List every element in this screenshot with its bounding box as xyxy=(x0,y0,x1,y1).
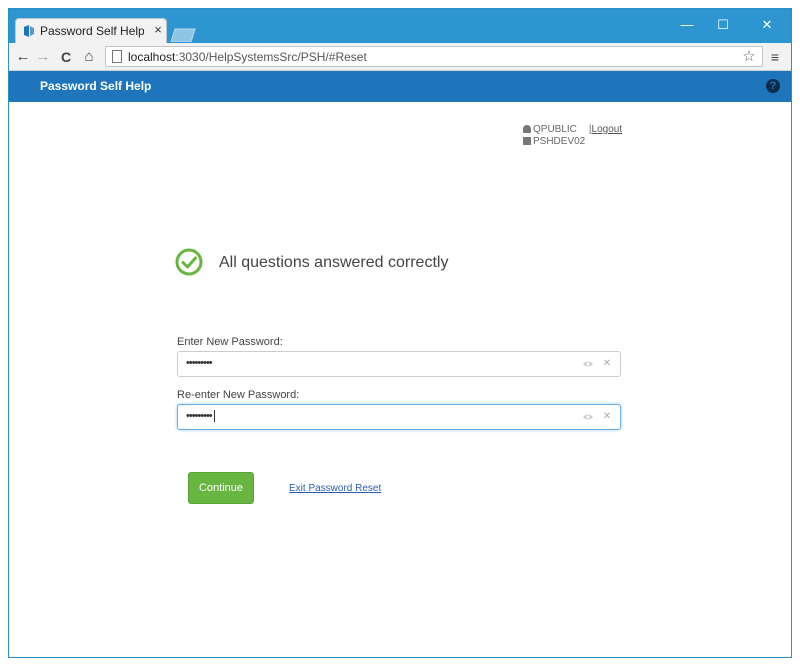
logout-link[interactable]: Logout xyxy=(592,124,623,135)
tab-close-icon[interactable]: × xyxy=(152,22,164,38)
close-window-button[interactable]: ✕ xyxy=(757,17,777,33)
reload-icon[interactable]: C xyxy=(58,48,74,66)
system-row: PSHDEV02 xyxy=(523,136,643,148)
back-icon[interactable]: ← xyxy=(15,48,31,66)
success-banner: All questions answered correctly xyxy=(175,248,495,278)
text-cursor xyxy=(213,410,215,423)
new-password-value: ••••••••• xyxy=(186,357,213,369)
home-icon[interactable]: ⌂ xyxy=(81,48,97,66)
user-info: QPUBLIC |Logout PSHDEV02 xyxy=(523,124,643,154)
url-text: localhost:3030/HelpSystemsSrc/PSH/#Reset xyxy=(128,50,628,65)
tab-title: Password Self Help V xyxy=(40,24,144,38)
help-icon[interactable]: ? xyxy=(766,79,780,93)
clear-input-icon[interactable]: ✕ xyxy=(602,357,612,371)
browser-toolbar: ← → C ⌂ localhost:3030/HelpSystemsSrc/PS… xyxy=(9,43,791,71)
browser-menu-icon[interactable]: ≡ xyxy=(767,48,783,66)
main-content: QPUBLIC |Logout PSHDEV02 All questions an… xyxy=(9,102,791,657)
browser-tab[interactable]: Password Self Help V × xyxy=(15,18,167,43)
check-circle-icon xyxy=(175,248,203,276)
app-favicon-icon xyxy=(24,25,34,37)
exit-password-reset-link[interactable]: Exit Password Reset xyxy=(289,483,389,497)
browser-titlebar: Password Self Help V × — ☐ ✕ xyxy=(9,9,791,43)
username: QPUBLIC xyxy=(533,124,577,135)
show-password-eye-icon[interactable] xyxy=(582,359,594,369)
url-path: :3030/HelpSystemsSrc/PSH/#Reset xyxy=(175,50,367,64)
clear-input-icon[interactable]: ✕ xyxy=(602,410,612,424)
bookmark-star-icon[interactable]: ☆ xyxy=(740,48,758,66)
app-header: Password Self Help ? xyxy=(9,71,791,102)
minimize-button[interactable]: — xyxy=(677,17,697,33)
user-icon xyxy=(523,125,531,134)
new-tab-button[interactable] xyxy=(169,28,197,42)
reenter-password-input[interactable]: ••••••••• ✕ xyxy=(177,404,621,430)
success-message: All questions answered correctly xyxy=(219,254,449,271)
server-icon xyxy=(523,137,531,146)
page-icon xyxy=(112,50,122,63)
user-row: QPUBLIC |Logout xyxy=(523,124,643,136)
maximize-button[interactable]: ☐ xyxy=(713,17,733,33)
new-password-label: Enter New Password: xyxy=(177,336,283,348)
url-host: localhost xyxy=(128,50,176,64)
reenter-password-label: Re-enter New Password: xyxy=(177,389,300,401)
browser-window: Password Self Help V × — ☐ ✕ ← → C ⌂ loc… xyxy=(8,8,792,658)
continue-button[interactable]: Continue xyxy=(188,472,254,504)
new-password-input[interactable]: ••••••••• ✕ xyxy=(177,351,621,377)
reenter-password-value: ••••••••• xyxy=(186,410,486,424)
reenter-password-dots: ••••••••• xyxy=(186,410,213,422)
show-password-eye-icon[interactable] xyxy=(582,412,594,422)
app-title: Password Self Help xyxy=(40,79,152,93)
system-name: PSHDEV02 xyxy=(533,136,586,147)
address-bar[interactable]: localhost:3030/HelpSystemsSrc/PSH/#Reset… xyxy=(105,46,763,67)
forward-icon[interactable]: → xyxy=(35,48,51,66)
